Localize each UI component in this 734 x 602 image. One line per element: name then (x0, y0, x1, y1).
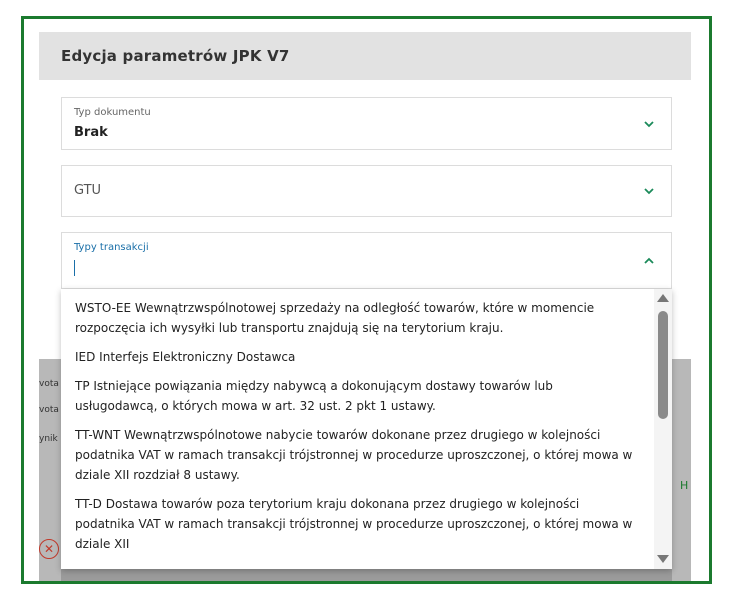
close-circle-icon: ✕ (39, 539, 59, 559)
dialog-header: Edycja parametrów JPK V7 (39, 32, 691, 80)
background-text: vota z (39, 379, 61, 389)
text-cursor (74, 260, 75, 276)
scrollbar[interactable] (654, 289, 672, 569)
window-frame: Edycja parametrów JPK V7 Typ dokumentu B… (21, 16, 712, 584)
scroll-down-arrow-icon[interactable] (657, 555, 669, 563)
background-text: H (680, 479, 689, 492)
document-type-select[interactable]: Typ dokumentu Brak (61, 97, 672, 150)
options-list: WSTO-EE Wewnątrzwspólnotowej sprzedaży n… (61, 289, 651, 563)
scroll-thumb[interactable] (658, 311, 668, 419)
gtu-placeholder: GTU (74, 183, 102, 198)
list-item[interactable]: TT-WNT Wewnątrzwspólnotowe nabycie towar… (61, 425, 651, 485)
scroll-up-arrow-icon[interactable] (657, 294, 669, 302)
chevron-down-icon[interactable] (643, 118, 655, 130)
list-item[interactable]: TP Istniejące powiązania między nabywcą … (61, 376, 651, 416)
background-right-column: H (672, 359, 691, 581)
transaction-types-combobox[interactable]: Typy transakcji (61, 232, 672, 289)
chevron-down-icon[interactable] (643, 185, 655, 197)
document-type-value: Brak (74, 125, 108, 140)
chevron-up-icon[interactable] (643, 255, 655, 267)
gtu-select[interactable]: GTU (61, 165, 672, 217)
list-item[interactable]: IED Interfejs Elektroniczny Dostawca (61, 347, 651, 367)
document-type-label: Typ dokumentu (74, 107, 151, 118)
list-item[interactable]: TT-D Dostawa towarów poza terytorium kra… (61, 494, 651, 554)
list-item[interactable]: WSTO-EE Wewnątrzwspólnotowej sprzedaży n… (61, 298, 651, 338)
background-text: vota p (39, 405, 61, 415)
background-text: ynik s (39, 434, 61, 444)
transaction-types-label: Typy transakcji (74, 242, 149, 253)
transaction-types-dropdown: WSTO-EE Wewnątrzwspólnotowej sprzedaży n… (61, 289, 672, 569)
dialog-title: Edycja parametrów JPK V7 (61, 47, 290, 65)
